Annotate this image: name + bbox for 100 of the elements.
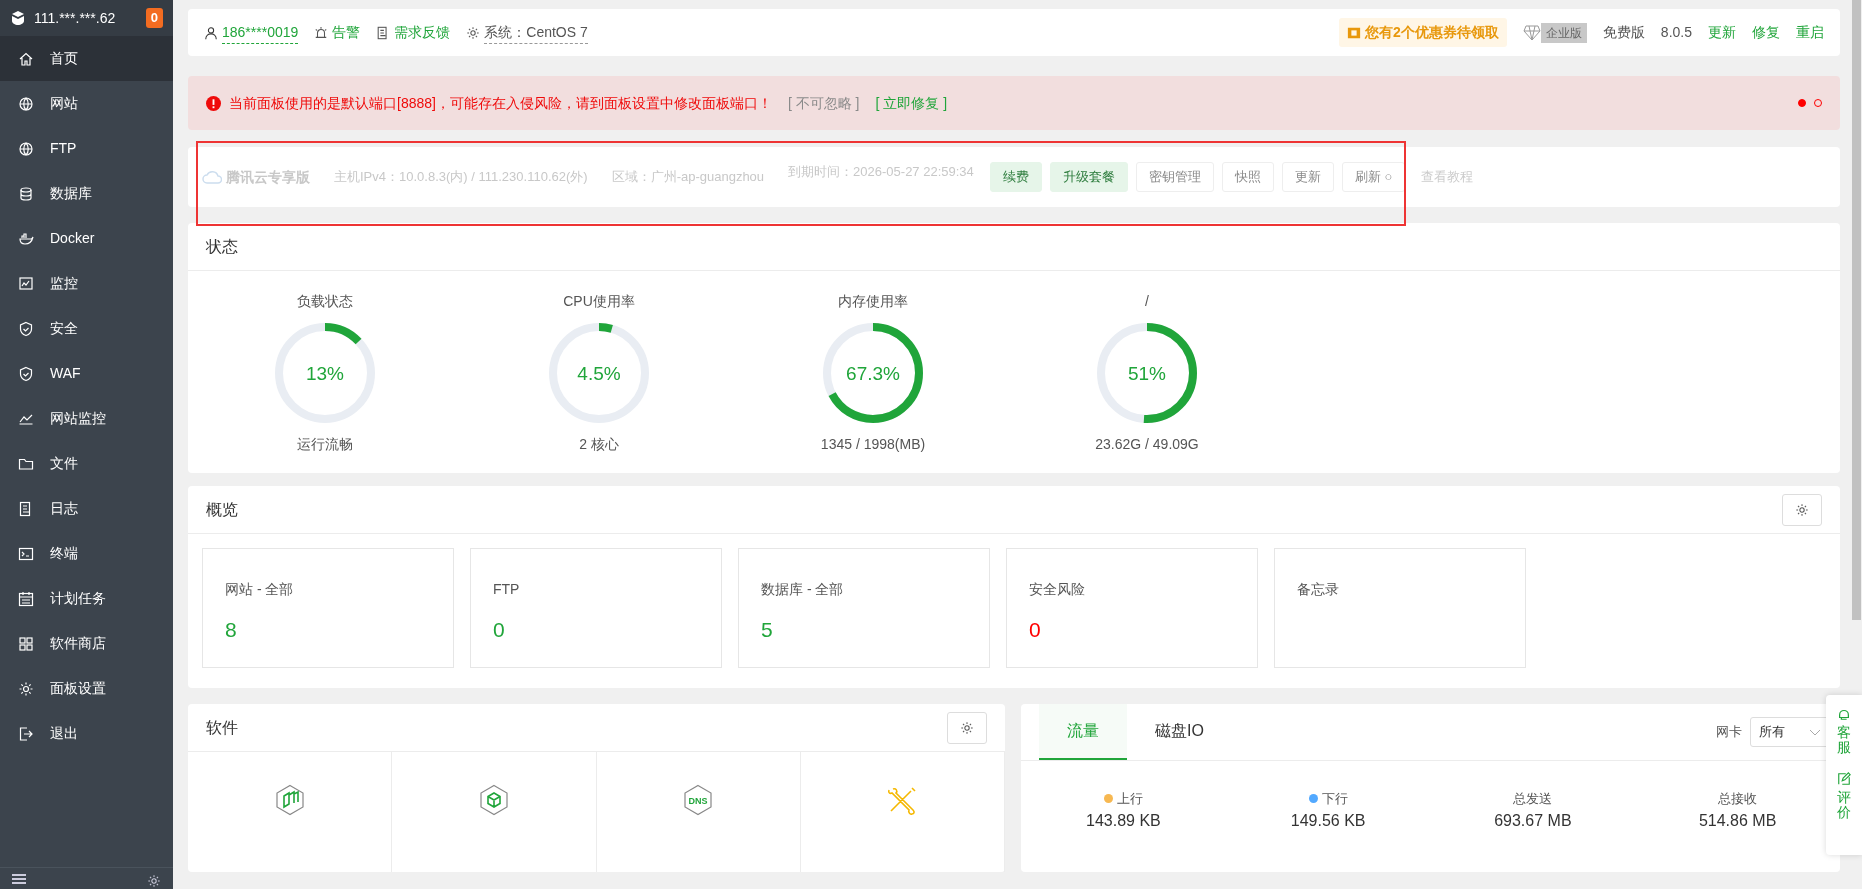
- settings-icon: [960, 720, 974, 735]
- gauge-caption: 1345 / 1998(MB): [820, 435, 926, 454]
- nav-item[interactable]: 计划任务: [0, 576, 173, 621]
- version-number: 8.0.5: [1660, 23, 1692, 42]
- instance-button[interactable]: 快照: [1221, 162, 1274, 192]
- nav-item[interactable]: 退出: [0, 711, 173, 756]
- overview-tile[interactable]: 备忘录: [1274, 548, 1526, 668]
- stat-value: 143.89 KB: [1086, 810, 1161, 831]
- edit-icon: [1837, 771, 1851, 786]
- tile-value: 5: [761, 617, 774, 643]
- instance-button[interactable]: 密钥管理: [1135, 162, 1214, 192]
- nav-item[interactable]: 文件: [0, 441, 173, 486]
- tile-value: 0: [493, 617, 506, 643]
- stat-value: 149.56 KB: [1290, 810, 1366, 831]
- gauge-value: 13%: [306, 363, 344, 384]
- nav-item[interactable]: 安全: [0, 306, 173, 351]
- overview-tile[interactable]: 安全风险 0: [1006, 548, 1258, 668]
- nav-icon: [18, 365, 34, 382]
- overview-tile[interactable]: FTP 0: [470, 548, 722, 668]
- tile-label: 数据库 - 全部: [761, 580, 845, 599]
- alarm-icon: [314, 25, 329, 40]
- server-icon: [10, 10, 26, 26]
- stat-value: 514.86 MB: [1698, 810, 1777, 831]
- warning-icon: [206, 95, 221, 111]
- ignore-label: [ 不可忽略 ]: [787, 93, 860, 113]
- nav-icon: [18, 320, 34, 337]
- gauge-caption: 23.62G / 49.09G: [1095, 435, 1199, 454]
- headset-icon: [1837, 707, 1851, 721]
- gauge-value: 4.5%: [577, 363, 621, 384]
- gauge-title: 内存使用率: [838, 292, 908, 311]
- nav-item[interactable]: WAF: [0, 351, 173, 396]
- settings-button[interactable]: [1782, 493, 1822, 526]
- settings-icon: [1795, 502, 1809, 517]
- card-title: 软件: [206, 717, 238, 738]
- nav-item[interactable]: 网站监控: [0, 396, 173, 441]
- nav-icon: [18, 230, 34, 247]
- menu-icon: [12, 874, 26, 886]
- nav-item[interactable]: 网站: [0, 81, 173, 126]
- nav-item[interactable]: 监控: [0, 261, 173, 306]
- nav-icon: [18, 545, 34, 562]
- nav-icon: [18, 590, 34, 607]
- layers-icon: [273, 784, 306, 816]
- instance-button[interactable]: 刷新 ○: [1341, 162, 1406, 192]
- nav-icon: [18, 680, 34, 697]
- card-title: 概览: [206, 499, 238, 520]
- cube-icon: [477, 784, 510, 816]
- select-value: 所有: [1759, 723, 1785, 742]
- nav-icon: [18, 725, 34, 742]
- instance-button[interactable]: 升级套餐: [1049, 162, 1128, 192]
- gauge-title: CPU使用率: [563, 292, 635, 311]
- nav-item[interactable]: 软件商店: [0, 621, 173, 666]
- user-icon: [204, 25, 218, 40]
- overview-tile[interactable]: 数据库 - 全部 5: [738, 548, 990, 668]
- tile-label: 备忘录: [1297, 580, 1340, 599]
- gauge-title: /: [1145, 292, 1149, 311]
- system-info: 系统：CentOS 7: [484, 21, 588, 44]
- host-address: 111.***.***.62: [34, 8, 117, 28]
- coupon-text: 您有2个优惠券待领取: [1365, 23, 1499, 42]
- gauge-caption: 运行流畅: [297, 435, 353, 454]
- nav-item[interactable]: 面板设置: [0, 666, 173, 711]
- scrollbar-thumb[interactable]: [1851, 0, 1861, 620]
- edition-badge: 企业版: [1540, 22, 1587, 43]
- gauge-value: 51%: [1128, 363, 1166, 384]
- nav-icon: [18, 95, 34, 112]
- nav-item[interactable]: Docker: [0, 216, 173, 261]
- stat-label: 总接收: [1718, 790, 1758, 808]
- nav-icon: [18, 185, 34, 202]
- carousel-dot[interactable]: [1798, 99, 1806, 107]
- nic-label: 网卡: [1716, 723, 1742, 742]
- tile-value: 8: [225, 617, 238, 643]
- settings-button[interactable]: [947, 711, 987, 744]
- tile-value: 0: [1029, 617, 1042, 643]
- nav-item[interactable]: 终端: [0, 531, 173, 576]
- settings-icon: [147, 874, 161, 888]
- nav-item[interactable]: 首页: [0, 36, 173, 81]
- card-title: 状态: [206, 236, 238, 257]
- gauge-title: 负载状态: [297, 292, 353, 311]
- nav-item[interactable]: 日志: [0, 486, 173, 531]
- gauge-value: 67.3%: [846, 363, 900, 384]
- stat-label: 下行: [1321, 790, 1348, 808]
- stat-label: 总发送: [1513, 790, 1553, 808]
- ticket-icon: [1347, 25, 1362, 40]
- alert-message: 当前面板使用的是默认端口[8888]，可能存在入侵风险，请到面板设置中修改面板端口！: [229, 93, 772, 113]
- tile-label: 网站 - 全部: [225, 580, 295, 599]
- instance-button[interactable]: 续费: [989, 162, 1042, 192]
- overview-tile[interactable]: 网站 - 全部 8: [202, 548, 454, 668]
- edition-label: 免费版: [1602, 23, 1645, 42]
- cloud-icon: [202, 169, 222, 185]
- tile-label: 安全风险: [1029, 580, 1086, 599]
- stat-value: 693.67 MB: [1494, 810, 1572, 831]
- dns-icon: DNS: [682, 784, 715, 816]
- stat-label: 上行: [1116, 790, 1143, 808]
- nav-icon: [18, 275, 34, 292]
- instance-button[interactable]: 更新: [1281, 162, 1334, 192]
- nav-item[interactable]: 数据库: [0, 171, 173, 216]
- gauge-caption: 2 核心: [579, 435, 619, 454]
- nav-item[interactable]: FTP: [0, 126, 173, 171]
- nav-icon: [18, 635, 34, 652]
- chevron-icon: [1809, 728, 1821, 736]
- tab[interactable]: 磁盘IO: [1127, 704, 1232, 760]
